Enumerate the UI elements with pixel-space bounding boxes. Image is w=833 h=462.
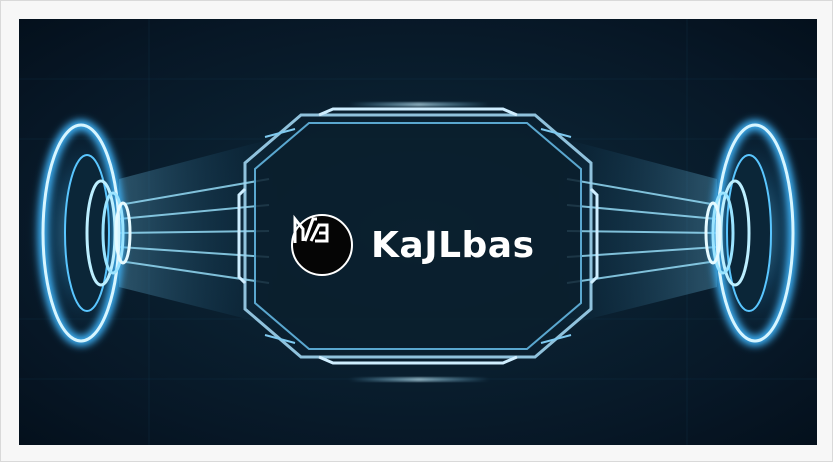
kajlbas-logo-icon — [291, 214, 353, 276]
right-speaker-rings — [697, 113, 813, 353]
left-speaker-rings — [23, 113, 139, 353]
logo-mark — [293, 214, 329, 243]
brand-lockup: KaJLbas — [291, 213, 535, 277]
hero-banner: KaJLbas — [19, 19, 817, 445]
brand-name: KaJLbas — [371, 224, 535, 266]
image-frame: KaJLbas — [0, 0, 833, 462]
